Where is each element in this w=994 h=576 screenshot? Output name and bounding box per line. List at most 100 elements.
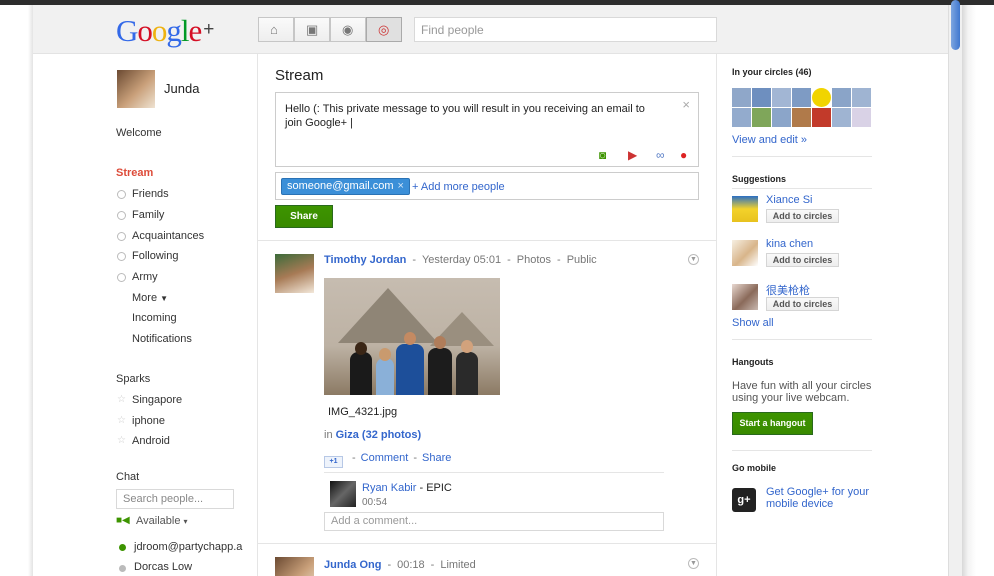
photos-nav-button[interactable]: ▣: [294, 17, 330, 42]
comment-link[interactable]: Comment: [361, 452, 409, 464]
incoming-link[interactable]: Incoming: [132, 312, 177, 324]
share-with-field[interactable]: someone@gmail.com × + Add more people: [275, 172, 699, 200]
hangouts-description: Have fun with all your circles using you…: [732, 380, 872, 404]
avatar[interactable]: [772, 108, 791, 127]
album-line: in Giza (32 photos): [324, 429, 421, 441]
suggestion-avatar[interactable]: [732, 284, 758, 310]
suggestion-name[interactable]: Xiance Si: [766, 194, 812, 206]
add-more-people-link[interactable]: + Add more people: [412, 181, 505, 193]
sidebar-item-family[interactable]: Family: [132, 209, 164, 221]
comment-time: 00:54: [362, 497, 388, 508]
plus-one-button[interactable]: +1: [324, 456, 343, 468]
avatar[interactable]: [792, 88, 811, 107]
avatar[interactable]: [732, 88, 751, 107]
chat-contact[interactable]: jdroom@partychapp.a: [134, 541, 242, 553]
spark-singapore[interactable]: Singapore: [132, 394, 182, 406]
view-and-edit-link[interactable]: View and edit »: [732, 134, 807, 146]
profile-nav-button[interactable]: ◉: [330, 17, 366, 42]
add-to-circles-button[interactable]: Add to circles: [766, 209, 839, 223]
recipient-chip[interactable]: someone@gmail.com ×: [281, 178, 410, 195]
user-avatar[interactable]: [117, 70, 155, 108]
post-time[interactable]: 00:18: [397, 559, 425, 571]
add-comment-input[interactable]: Add a comment...: [324, 512, 664, 531]
close-icon[interactable]: ×: [682, 97, 690, 112]
post-author-avatar[interactable]: [275, 557, 314, 576]
google-plus-app-icon[interactable]: g+: [732, 488, 756, 512]
avatar[interactable]: [752, 108, 771, 127]
avatar[interactable]: [832, 108, 851, 127]
post-visibility[interactable]: Limited: [440, 559, 475, 571]
share-link[interactable]: Share: [422, 452, 451, 464]
avatar[interactable]: [732, 108, 751, 127]
availability-menu[interactable]: Available ▾: [136, 515, 188, 527]
add-to-circles-button[interactable]: Add to circles: [766, 253, 839, 267]
circle-avatars-grid[interactable]: [732, 88, 872, 128]
comment-author[interactable]: Ryan Kabir: [362, 482, 416, 494]
post-visibility[interactable]: Public: [567, 254, 597, 266]
avatar[interactable]: [812, 88, 831, 107]
sidebar-item-army[interactable]: Army: [132, 271, 158, 283]
start-hangout-button[interactable]: Start a hangout: [732, 412, 813, 435]
person-head: [355, 342, 367, 355]
post-author[interactable]: Timothy Jordan: [324, 254, 406, 266]
avatar[interactable]: [852, 88, 871, 107]
sidebar-item-friends[interactable]: Friends: [132, 188, 169, 200]
post-author-avatar[interactable]: [275, 254, 314, 293]
suggestion-name[interactable]: kina chen: [766, 238, 813, 250]
avatar[interactable]: [812, 108, 831, 127]
circle-radio-icon: [117, 190, 126, 199]
album-link[interactable]: Giza (32 photos): [336, 429, 422, 441]
home-nav-button[interactable]: ⌂: [258, 17, 294, 42]
avatar[interactable]: [832, 88, 851, 107]
person-shape: [396, 344, 424, 395]
post-composer[interactable]: Hello (: This private message to you wil…: [275, 92, 699, 167]
spark-iphone[interactable]: iphone: [132, 415, 165, 427]
post-photo[interactable]: [324, 278, 500, 395]
post-menu-icon[interactable]: ▼: [688, 254, 699, 265]
spark-star-icon: ☆: [117, 435, 126, 446]
video-icon[interactable]: ▶: [628, 149, 637, 161]
commenter-avatar[interactable]: [330, 481, 356, 507]
welcome-link[interactable]: Welcome: [116, 127, 162, 139]
avatar[interactable]: [792, 108, 811, 127]
link-icon[interactable]: ∞: [656, 149, 665, 161]
suggestion-avatar[interactable]: [732, 240, 758, 266]
post-author[interactable]: Junda Ong: [324, 559, 381, 571]
spark-android[interactable]: Android: [132, 435, 170, 447]
window-frame-right: [962, 5, 994, 576]
sidebar-item-following[interactable]: Following: [132, 250, 178, 262]
camera-icon[interactable]: ◙: [599, 149, 606, 161]
location-pin-icon[interactable]: ●: [680, 149, 687, 161]
more-menu[interactable]: More ▼: [132, 292, 168, 304]
user-name[interactable]: Junda: [164, 81, 199, 96]
composer-text[interactable]: Hello (: This private message to you wil…: [285, 102, 665, 130]
avatar[interactable]: [852, 108, 871, 127]
google-plus-logo[interactable]: Google +: [116, 13, 214, 49]
divider: [732, 339, 872, 340]
chat-contact[interactable]: Dorcas Low: [134, 561, 192, 573]
circle-radio-icon: [117, 252, 126, 261]
stream-link[interactable]: Stream: [116, 167, 153, 179]
page-title: Stream: [275, 67, 324, 84]
avatar[interactable]: [772, 88, 791, 107]
scrollbar-thumb[interactable]: [951, 0, 960, 50]
share-button[interactable]: Share: [275, 205, 333, 228]
comment-line: Ryan Kabir - EPIC: [362, 482, 452, 494]
sidebar-item-acquaintances[interactable]: Acquaintances: [132, 230, 204, 242]
remove-recipient-icon[interactable]: ×: [398, 180, 404, 192]
find-people-input[interactable]: Find people: [414, 17, 717, 42]
person-shape: [376, 358, 394, 395]
notifications-link[interactable]: Notifications: [132, 333, 192, 345]
show-all-link[interactable]: Show all: [732, 317, 774, 329]
chat-search-input[interactable]: Search people...: [116, 489, 234, 509]
suggestion-name[interactable]: 很美枪枪: [766, 282, 810, 298]
scrollbar[interactable]: [948, 5, 962, 576]
add-to-circles-button[interactable]: Add to circles: [766, 297, 839, 311]
avatar[interactable]: [752, 88, 771, 107]
post-time[interactable]: Yesterday 05:01: [422, 254, 501, 266]
post-menu-icon[interactable]: ▼: [688, 558, 699, 569]
get-mobile-link[interactable]: Get Google+ for your mobile device: [766, 486, 876, 510]
circles-nav-button[interactable]: ◎: [366, 17, 402, 42]
suggestion-avatar[interactable]: [732, 196, 758, 222]
logo-letter: o: [151, 13, 167, 48]
